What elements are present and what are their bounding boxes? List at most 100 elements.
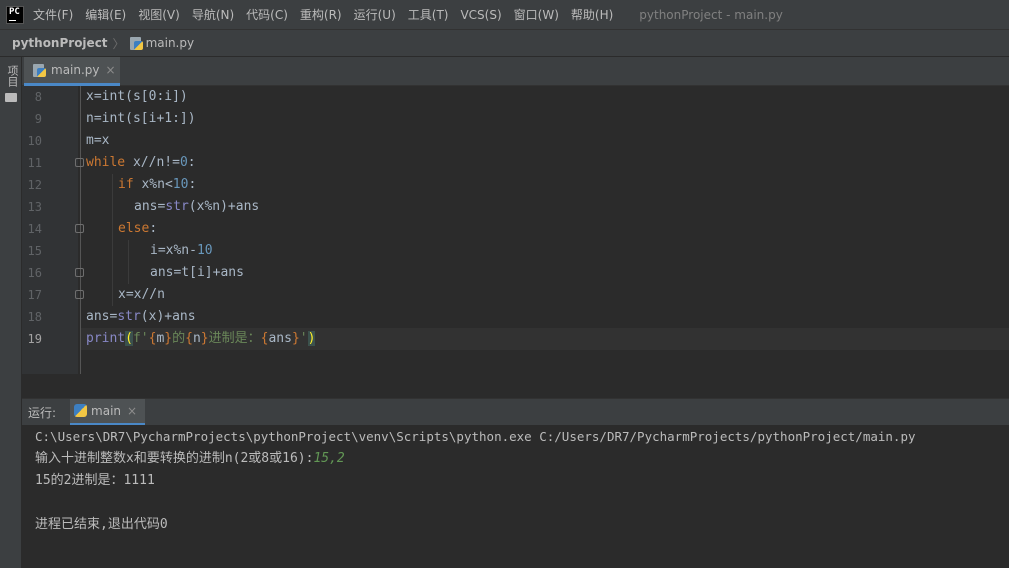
- code-text: x=x//n: [118, 287, 165, 302]
- code-text: ans=t[i]+ans: [150, 265, 244, 280]
- line-number: 18: [27, 310, 42, 324]
- line-number: 12: [27, 178, 42, 192]
- code-line: 14 else:: [22, 218, 1009, 240]
- string-literal: ': [299, 331, 308, 346]
- code-line: 8 x=int(s[0:i]): [22, 86, 1009, 108]
- breadcrumb: pythonProject 〉 main.py: [0, 29, 1009, 57]
- code-token: :: [149, 221, 158, 236]
- console-prompt: 输入十进制整数x和要转换的进制n(2或8或16):: [35, 451, 314, 466]
- python-file-icon: [129, 36, 143, 50]
- menu-edit[interactable]: 编辑(E): [85, 6, 126, 23]
- menu-run[interactable]: 运行(U): [354, 6, 396, 23]
- code-token: x//n!=: [125, 155, 180, 170]
- code-token: (x%n)+ans: [188, 199, 260, 214]
- code-text: m=x: [86, 133, 110, 148]
- python-icon: [74, 404, 88, 417]
- line-number: 17: [27, 288, 42, 302]
- fstring-brace: }: [291, 331, 300, 346]
- line-number: 8: [34, 90, 42, 104]
- line-number: 15: [27, 244, 42, 258]
- code-token: :: [187, 155, 196, 170]
- keyword: while: [86, 155, 126, 170]
- code-token: n: [192, 331, 201, 346]
- code-line: 18 ans=str(x)+ans: [22, 306, 1009, 328]
- run-tab-label: main: [91, 403, 122, 418]
- console-exit-line: 进程已结束,退出代码0: [35, 517, 168, 532]
- keyword: else: [118, 221, 150, 236]
- code-token: i=x%n-: [150, 243, 197, 258]
- code-text: ans=str(x)+ans: [86, 306, 196, 328]
- line-number: 10: [27, 134, 42, 148]
- code-token: :: [188, 177, 197, 192]
- code-line: 12 if x%n<10:: [22, 174, 1009, 196]
- line-number: 13: [27, 200, 42, 214]
- close-icon[interactable]: ×: [127, 404, 137, 418]
- menu-window[interactable]: 窗口(W): [514, 6, 559, 23]
- code-text: else:: [118, 218, 157, 240]
- menu-tools[interactable]: 工具(T): [408, 6, 449, 23]
- run-panel-header: 运行: main ×: [22, 398, 1009, 426]
- menu-code[interactable]: 代码(C): [246, 6, 288, 23]
- breadcrumb-file[interactable]: main.py: [146, 36, 195, 50]
- breadcrumb-project[interactable]: pythonProject: [12, 36, 108, 50]
- code-token: ans: [268, 331, 292, 346]
- line-number: 16: [27, 266, 42, 280]
- window-title: pythonProject - main.py: [639, 7, 783, 22]
- number-literal: 10: [172, 177, 189, 192]
- fstring-brace: }: [164, 331, 173, 346]
- line-number: 19: [27, 332, 42, 346]
- code-line: 10 m=x: [22, 130, 1009, 152]
- console-command-line: C:\Users\DR7\PycharmProjects\pythonProje…: [35, 429, 916, 444]
- fold-icon[interactable]: [75, 268, 84, 277]
- code-line: 13 ans=str(x%n)+ans: [22, 196, 1009, 218]
- menu-view[interactable]: 视图(V): [138, 6, 180, 23]
- code-line: 19 print(f'{m}的{n}进制是：{ans}'): [22, 328, 1009, 350]
- builtin: str: [165, 199, 189, 214]
- menu-file[interactable]: 文件(F): [33, 6, 73, 23]
- run-tab-main[interactable]: main ×: [70, 398, 146, 426]
- python-file-icon: [33, 63, 46, 77]
- code-text: n=int(s[i+1:]): [86, 111, 196, 126]
- fold-icon[interactable]: [75, 290, 84, 299]
- string-literal: 的: [172, 331, 186, 346]
- menu-refactor[interactable]: 重构(R): [300, 6, 342, 23]
- matched-paren: (: [125, 331, 133, 346]
- menu-vcs[interactable]: VCS(S): [460, 8, 501, 22]
- project-tool-button[interactable]: 项目: [4, 65, 20, 87]
- fstring-brace: }: [200, 331, 209, 346]
- menu-bar: PC 文件(F) 编辑(E) 视图(V) 导航(N) 代码(C) 重构(R) 运…: [0, 0, 1009, 29]
- breadcrumb-separator: 〉: [112, 36, 125, 51]
- run-console[interactable]: C:\Users\DR7\PycharmProjects\pythonProje…: [22, 425, 1009, 568]
- string-literal: f': [132, 331, 149, 346]
- run-panel-title: 运行:: [28, 405, 57, 420]
- menu-navigate[interactable]: 导航(N): [192, 6, 234, 23]
- tab-main-py[interactable]: main.py ×: [24, 57, 120, 86]
- code-line: 9 n=int(s[i+1:]): [22, 108, 1009, 130]
- tab-label: main.py: [51, 63, 100, 77]
- line-number: 9: [34, 112, 42, 126]
- code-line: 17 x=x//n: [22, 284, 1009, 306]
- close-icon[interactable]: ×: [106, 63, 116, 77]
- code-token: ans=: [134, 199, 166, 214]
- folder-icon[interactable]: [5, 93, 17, 102]
- code-text: ans=str(x%n)+ans: [134, 196, 259, 218]
- fstring-brace: {: [185, 331, 193, 346]
- menu-help[interactable]: 帮助(H): [571, 6, 613, 23]
- code-text: x=int(s[0:i]): [86, 89, 188, 104]
- code-text: while x//n!=0:: [86, 152, 196, 174]
- fold-icon[interactable]: [75, 224, 84, 233]
- console-user-input: 15,2: [313, 451, 345, 466]
- line-number: 14: [27, 222, 42, 236]
- code-text: print(f'{m}的{n}进制是：{ans}'): [86, 328, 316, 350]
- line-number: 11: [27, 156, 42, 170]
- code-token: x%n<: [133, 177, 173, 192]
- pycharm-logo-icon: PC: [6, 5, 24, 24]
- fold-icon[interactable]: [75, 158, 84, 167]
- code-token: ans=: [86, 309, 118, 324]
- editor-tab-bar: main.py ×: [22, 57, 1009, 86]
- code-editor[interactable]: 8 x=int(s[0:i]) 9 n=int(s[i+1:]) 10 m=x …: [22, 86, 1009, 374]
- console-result-line: 15的2进制是：1111: [35, 473, 155, 488]
- number-literal: 0: [179, 155, 188, 170]
- builtin: str: [117, 309, 141, 324]
